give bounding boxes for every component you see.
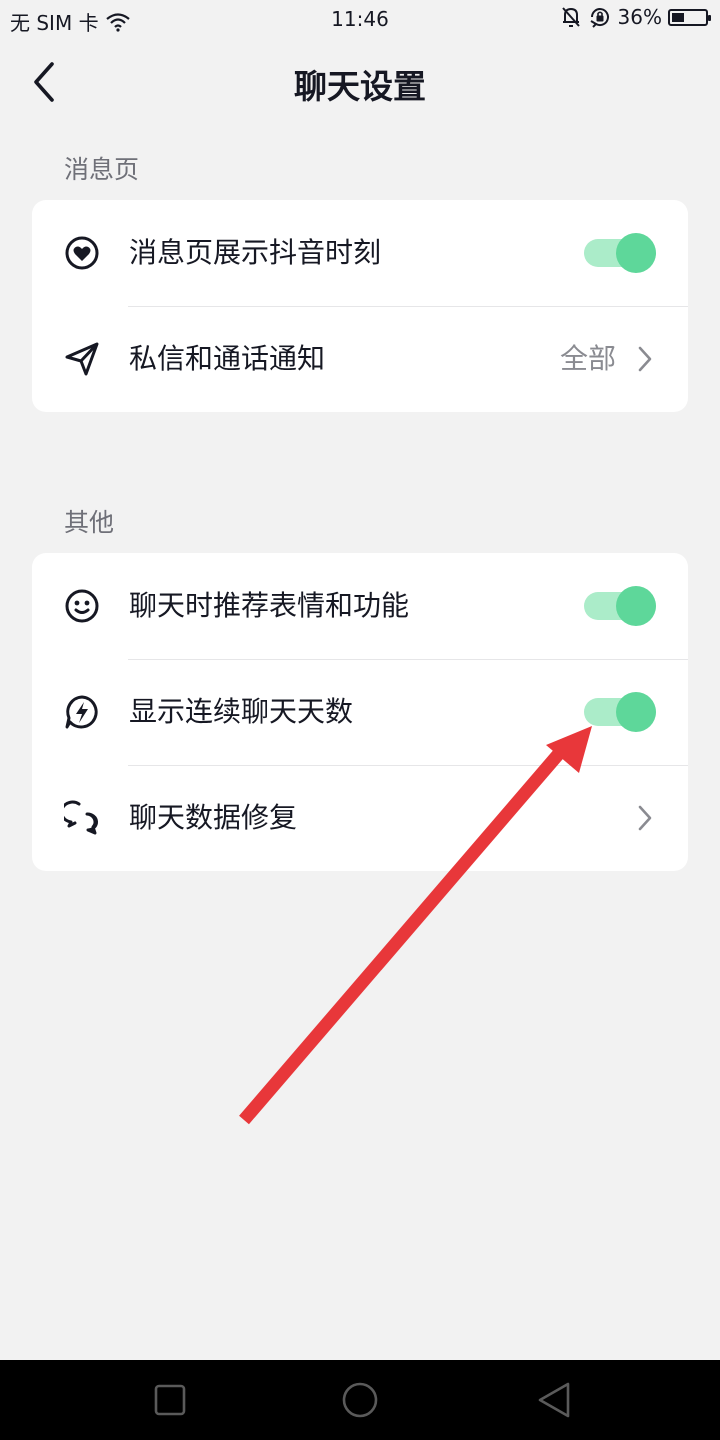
recent-apps-square-icon[interactable] — [150, 1380, 190, 1420]
smiley-icon — [65, 589, 99, 623]
home-circle-icon[interactable] — [340, 1380, 380, 1420]
setting-label: 显示连续聊天天数 — [129, 695, 354, 728]
setting-row-chat-data-repair[interactable]: 聊天数据修复 — [32, 765, 688, 871]
toggle-show-moments[interactable] — [584, 233, 656, 273]
settings-card-messages: 消息页展示抖音时刻 私信和通话通知 全部 — [32, 200, 688, 412]
setting-row-message-call-notifications[interactable]: 私信和通话通知 全部 — [32, 306, 688, 412]
chevron-right-icon — [638, 346, 652, 372]
setting-label: 聊天时推荐表情和功能 — [129, 589, 410, 622]
settings-card-other: 聊天时推荐表情和功能 显示连续聊天天数 聊天数据修复 — [32, 553, 688, 871]
toggle-chat-streak[interactable] — [584, 692, 656, 732]
rotation-lock-icon — [590, 8, 609, 28]
section-label-messages: 消息页 — [64, 155, 140, 184]
status-bar: 无 SIM 卡 11:46 36% — [0, 0, 720, 38]
setting-row-chat-streak[interactable]: 显示连续聊天天数 — [32, 659, 688, 765]
battery-percent: 36% — [617, 5, 662, 29]
status-icons: 36% — [560, 5, 711, 29]
toggle-knob — [616, 233, 656, 273]
chevron-right-icon — [638, 805, 652, 831]
section-label-other: 其他 — [64, 508, 115, 537]
toggle-knob — [616, 586, 656, 626]
system-navigation-bar — [0, 1360, 720, 1440]
send-icon — [65, 342, 99, 376]
battery-icon — [668, 8, 711, 26]
setting-row-show-moments[interactable]: 消息页展示抖音时刻 — [32, 200, 688, 306]
lightning-bubble-icon — [65, 695, 98, 729]
toggle-knob — [616, 692, 656, 732]
page-title: 聊天设置 — [294, 67, 426, 106]
heart-circle-icon — [65, 236, 99, 270]
header: 聊天设置 — [0, 40, 720, 120]
setting-label: 私信和通话通知 — [129, 342, 326, 375]
toggle-recommend-emoji[interactable] — [584, 586, 656, 626]
setting-label: 聊天数据修复 — [129, 801, 298, 834]
back-triangle-icon[interactable] — [534, 1380, 574, 1420]
bell-off-icon — [561, 7, 580, 27]
setting-label: 消息页展示抖音时刻 — [129, 236, 382, 269]
chat-bubbles-icon — [64, 800, 98, 835]
setting-row-recommend-emoji[interactable]: 聊天时推荐表情和功能 — [32, 553, 688, 659]
battery-fill — [672, 12, 684, 22]
setting-value: 全部 — [559, 342, 616, 375]
